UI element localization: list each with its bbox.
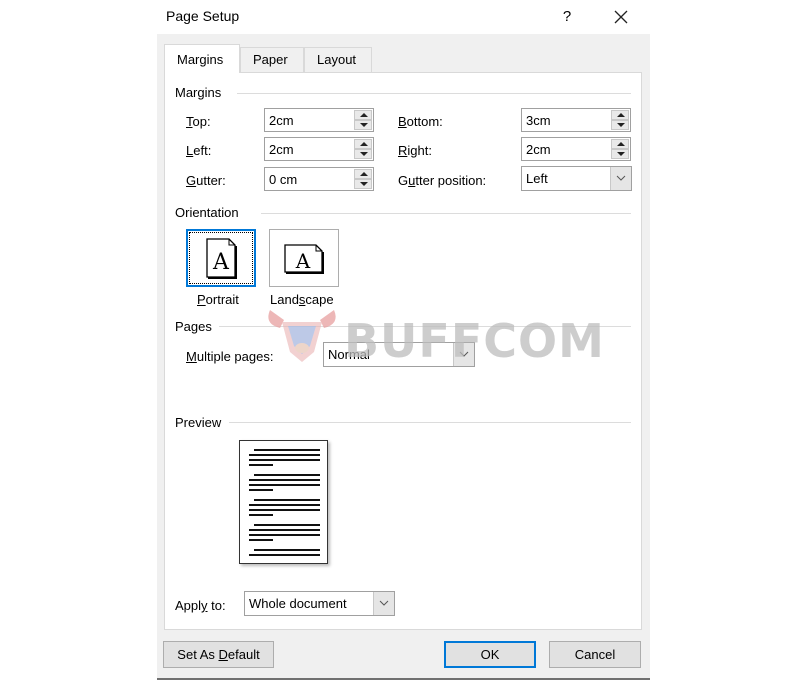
preview-line xyxy=(249,539,273,541)
top-margin-value: 2cm xyxy=(269,113,294,128)
preview-line xyxy=(249,504,320,506)
chevron-down-icon xyxy=(616,175,626,181)
landscape-button[interactable]: A xyxy=(269,229,339,287)
preview-group-label: Preview xyxy=(175,415,222,430)
gutter-position-value: Left xyxy=(526,171,548,186)
pages-group-label: Pages xyxy=(175,319,212,334)
right-margin-spinner[interactable]: 2cm xyxy=(521,137,631,161)
bottom-label: Bottom: xyxy=(398,114,443,129)
apply-to-value: Whole document xyxy=(249,596,347,611)
spin-up-icon[interactable] xyxy=(354,169,372,179)
set-as-default-button[interactable]: Set As Default xyxy=(163,641,274,668)
tab-layout[interactable]: Layout xyxy=(304,47,372,72)
right-label: Right: xyxy=(398,143,432,158)
svg-text:A: A xyxy=(212,250,230,275)
gutter-value: 0 cm xyxy=(269,172,298,187)
cancel-button[interactable]: Cancel xyxy=(549,641,641,668)
preview-line xyxy=(254,499,320,501)
spin-up-icon[interactable] xyxy=(611,139,629,149)
divider xyxy=(219,326,631,327)
tab-paper[interactable]: Paper xyxy=(240,47,304,72)
left-margin-value: 2cm xyxy=(269,142,294,157)
spin-down-icon[interactable] xyxy=(354,179,372,189)
preview-line xyxy=(249,459,320,461)
ok-button[interactable]: OK xyxy=(444,641,536,668)
gutter-position-select[interactable]: Left xyxy=(521,166,632,191)
spin-down-icon[interactable] xyxy=(354,120,372,130)
help-button[interactable]: ? xyxy=(555,5,579,29)
gutter-spinner[interactable]: 0 cm xyxy=(264,167,374,191)
apply-to-select[interactable]: Whole document xyxy=(244,591,395,616)
preview-line xyxy=(254,549,320,551)
multiple-pages-select[interactable]: Normal xyxy=(323,342,475,367)
preview-line xyxy=(249,484,320,486)
dropdown-button[interactable] xyxy=(453,343,474,366)
gutter-label: Gutter: xyxy=(186,173,226,188)
dropdown-button[interactable] xyxy=(610,167,631,190)
divider xyxy=(237,93,631,94)
spin-down-icon[interactable] xyxy=(611,120,629,130)
tab-margins[interactable]: Margins xyxy=(164,44,240,73)
multiple-pages-label: Multiple pages: xyxy=(186,349,274,364)
landscape-label: Landscape xyxy=(270,292,334,307)
svg-text:A: A xyxy=(295,249,311,273)
preview-line xyxy=(249,479,320,481)
multiple-pages-value: Normal xyxy=(328,347,370,362)
right-margin-value: 2cm xyxy=(526,142,551,157)
spin-up-icon[interactable] xyxy=(354,139,372,149)
chevron-down-icon xyxy=(459,351,469,357)
preview-line xyxy=(249,464,273,466)
gutter-position-label: Gutter position: xyxy=(398,173,487,188)
landscape-page-icon: A xyxy=(284,244,324,274)
orientation-group-label: Orientation xyxy=(175,205,239,220)
preview-line xyxy=(254,474,320,476)
preview-line xyxy=(249,534,320,536)
top-margin-spinner[interactable]: 2cm xyxy=(264,108,374,132)
preview-line xyxy=(249,454,320,456)
preview-line xyxy=(249,489,273,491)
bottom-margin-spinner[interactable]: 3cm xyxy=(521,108,631,132)
spin-up-icon[interactable] xyxy=(611,110,629,120)
dropdown-button[interactable] xyxy=(373,592,394,615)
page-preview xyxy=(239,440,328,564)
top-label: Top: xyxy=(186,114,211,129)
apply-to-label: Apply to: xyxy=(175,598,226,613)
spin-down-icon[interactable] xyxy=(354,149,372,159)
preview-line xyxy=(249,554,320,556)
preview-line xyxy=(249,509,320,511)
portrait-label: Portrait xyxy=(197,292,239,307)
spin-down-icon[interactable] xyxy=(611,149,629,159)
bottom-margin-value: 3cm xyxy=(526,113,551,128)
title-bar: Page Setup ? xyxy=(157,0,650,34)
margins-tab-panel: Margins Top: 2cm Bottom: 3cm Left: 2cm R… xyxy=(164,72,642,630)
divider xyxy=(261,213,631,214)
preview-line xyxy=(254,524,320,526)
close-icon xyxy=(614,10,628,24)
preview-line xyxy=(249,514,273,516)
dialog-title: Page Setup xyxy=(166,8,240,24)
close-button[interactable] xyxy=(607,4,635,30)
chevron-down-icon xyxy=(379,600,389,606)
left-margin-spinner[interactable]: 2cm xyxy=(264,137,374,161)
spin-up-icon[interactable] xyxy=(354,110,372,120)
page-setup-dialog: Page Setup ? Margins Paper Layout Margin… xyxy=(157,0,650,680)
portrait-button[interactable]: A xyxy=(186,229,256,287)
margins-group-label: Margins xyxy=(175,85,222,100)
divider xyxy=(229,422,631,423)
portrait-page-icon: A xyxy=(206,238,237,279)
preview-line xyxy=(249,529,320,531)
left-label: Left: xyxy=(186,143,212,158)
preview-line xyxy=(254,449,320,451)
